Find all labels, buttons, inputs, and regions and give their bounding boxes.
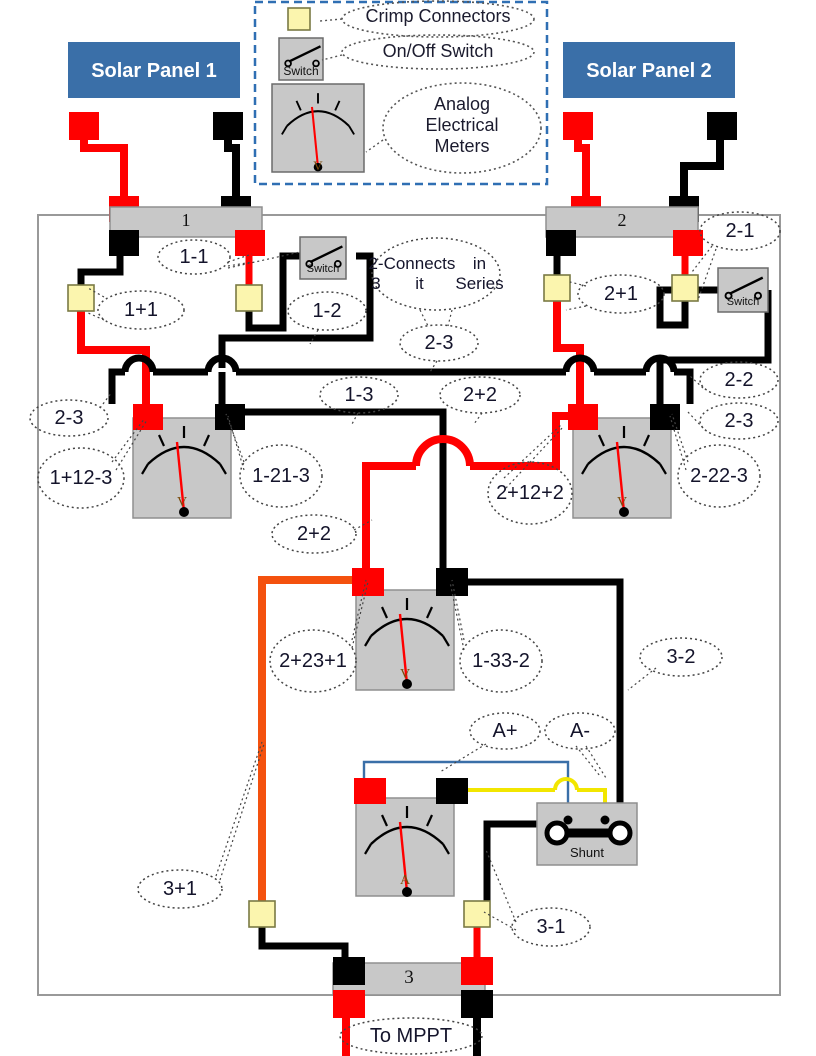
diagram-artwork [29,0,781,1056]
wiring-diagram-canvas: Solar Panel 1 Solar Panel 2 Crimp Connec… [0,0,816,1056]
